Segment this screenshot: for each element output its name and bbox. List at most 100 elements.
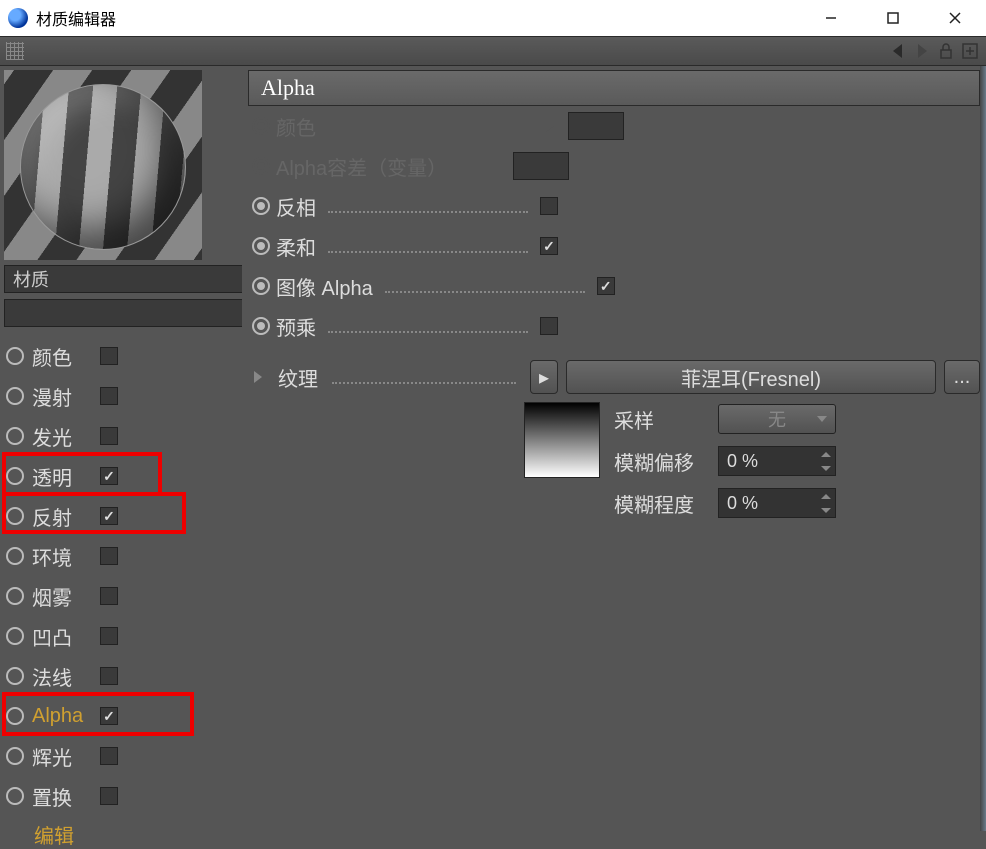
prop-radio-icon[interactable] <box>252 197 270 215</box>
channel-漫射[interactable]: 漫射 <box>4 376 234 416</box>
grid-icon[interactable] <box>6 42 24 60</box>
prop-checkbox[interactable] <box>597 277 615 295</box>
prop-radio-icon[interactable] <box>252 117 270 135</box>
channel-label: 辉光 <box>32 742 92 771</box>
channel-radio-icon[interactable] <box>6 387 24 405</box>
prop-checkbox[interactable] <box>540 237 558 255</box>
channel-Alpha[interactable]: Alpha <box>4 696 234 736</box>
dotted-leader <box>328 199 528 213</box>
material-search-field[interactable] <box>4 299 254 327</box>
prop-radio-icon[interactable] <box>252 277 270 295</box>
channel-radio-icon[interactable] <box>6 507 24 525</box>
lock-icon[interactable] <box>936 41 956 61</box>
channel-radio-icon[interactable] <box>6 667 24 685</box>
prop-checkbox[interactable] <box>540 317 558 335</box>
blur-offset-field[interactable]: 0 % <box>718 446 836 476</box>
channel-checkbox[interactable] <box>100 627 118 645</box>
channel-radio-icon[interactable] <box>6 427 24 445</box>
prop-radio-icon[interactable] <box>252 237 270 255</box>
prop-label: 图像 Alpha <box>276 272 373 301</box>
channel-radio-icon[interactable] <box>6 627 24 645</box>
channel-radio-icon[interactable] <box>6 747 24 765</box>
texture-select-button[interactable]: 菲涅耳(Fresnel) <box>566 360 936 394</box>
forward-arrow-icon[interactable] <box>912 41 932 61</box>
channel-checkbox[interactable] <box>100 747 118 765</box>
minimize-button[interactable] <box>800 0 862 36</box>
expand-icon[interactable] <box>254 371 262 383</box>
channel-checkbox[interactable] <box>100 667 118 685</box>
channel-label: 凹凸 <box>32 622 92 651</box>
dotted-leader <box>385 279 585 293</box>
channel-烟雾[interactable]: 烟雾 <box>4 576 234 616</box>
channel-checkbox[interactable] <box>100 507 118 525</box>
channel-radio-icon[interactable] <box>6 787 24 805</box>
blur-offset-label: 模糊偏移 <box>614 447 708 476</box>
texture-row: 纹理 ▸ 菲涅耳(Fresnel) ... <box>248 360 980 394</box>
channel-checkbox[interactable] <box>100 547 118 565</box>
expand-icon[interactable] <box>546 120 554 132</box>
prop-radio-icon[interactable] <box>252 157 270 175</box>
prop-soft: 柔和 <box>248 226 980 266</box>
panel-title: Alpha <box>261 75 315 101</box>
dotted-leader <box>328 119 528 133</box>
left-panel: ▸ 颜色漫射发光透明反射环境烟雾凹凸法线Alpha辉光置换 编辑 <box>0 66 242 831</box>
channel-发光[interactable]: 发光 <box>4 416 234 456</box>
back-arrow-icon[interactable] <box>888 41 908 61</box>
channel-checkbox[interactable] <box>100 427 118 445</box>
edit-label[interactable]: 编辑 <box>4 820 234 849</box>
channel-radio-icon[interactable] <box>6 587 24 605</box>
maximize-button[interactable] <box>862 0 924 36</box>
channel-checkbox[interactable] <box>100 787 118 805</box>
app-icon <box>8 8 28 28</box>
new-tag-icon[interactable] <box>960 41 980 61</box>
channel-辉光[interactable]: 辉光 <box>4 736 234 776</box>
color-swatch[interactable] <box>513 152 569 180</box>
channel-凹凸[interactable]: 凹凸 <box>4 616 234 656</box>
texture-label: 纹理 <box>278 363 318 392</box>
channel-radio-icon[interactable] <box>6 467 24 485</box>
sampling-dropdown[interactable]: 无 <box>718 404 836 434</box>
channel-label: 透明 <box>32 462 92 491</box>
prop-checkbox[interactable] <box>540 197 558 215</box>
channel-checkbox[interactable] <box>100 467 118 485</box>
blur-scale-field[interactable]: 0 % <box>718 488 836 518</box>
channel-label: 置换 <box>32 782 92 811</box>
channel-checkbox[interactable] <box>100 707 118 725</box>
material-name-field[interactable] <box>4 265 254 293</box>
channel-label: 反射 <box>32 502 92 531</box>
window-title: 材质编辑器 <box>36 6 116 30</box>
prop-label: 预乘 <box>276 312 316 341</box>
toolbar <box>0 36 986 66</box>
prop-radio-icon[interactable] <box>252 317 270 335</box>
channel-label: 颜色 <box>32 342 92 371</box>
close-button[interactable] <box>924 0 986 36</box>
sampling-label: 采样 <box>614 405 708 434</box>
expand-icon[interactable] <box>491 160 499 172</box>
channel-radio-icon[interactable] <box>6 547 24 565</box>
channel-label: 漫射 <box>32 382 92 411</box>
channel-环境[interactable]: 环境 <box>4 536 234 576</box>
channel-checkbox[interactable] <box>100 347 118 365</box>
material-preview[interactable] <box>4 70 202 260</box>
channel-反射[interactable]: 反射 <box>4 496 234 536</box>
prop-label: 颜色 <box>276 112 316 141</box>
blur-scale-label: 模糊程度 <box>614 489 708 518</box>
prop-premul: 预乘 <box>248 306 980 346</box>
window-controls <box>800 0 986 36</box>
color-swatch[interactable] <box>568 112 624 140</box>
channel-checkbox[interactable] <box>100 387 118 405</box>
texture-preview[interactable] <box>524 402 600 478</box>
channel-透明[interactable]: 透明 <box>4 456 234 496</box>
channel-radio-icon[interactable] <box>6 707 24 725</box>
channel-颜色[interactable]: 颜色 <box>4 336 234 376</box>
prop-invert: 反相 <box>248 186 980 226</box>
channel-置换[interactable]: 置换 <box>4 776 234 816</box>
channel-法线[interactable]: 法线 <box>4 656 234 696</box>
panel-header: Alpha <box>248 70 980 106</box>
texture-arrow-button[interactable]: ▸ <box>530 360 558 394</box>
channel-label: Alpha <box>32 705 92 728</box>
channel-label: 环境 <box>32 542 92 571</box>
channel-checkbox[interactable] <box>100 587 118 605</box>
texture-more-button[interactable]: ... <box>944 360 980 394</box>
channel-radio-icon[interactable] <box>6 347 24 365</box>
